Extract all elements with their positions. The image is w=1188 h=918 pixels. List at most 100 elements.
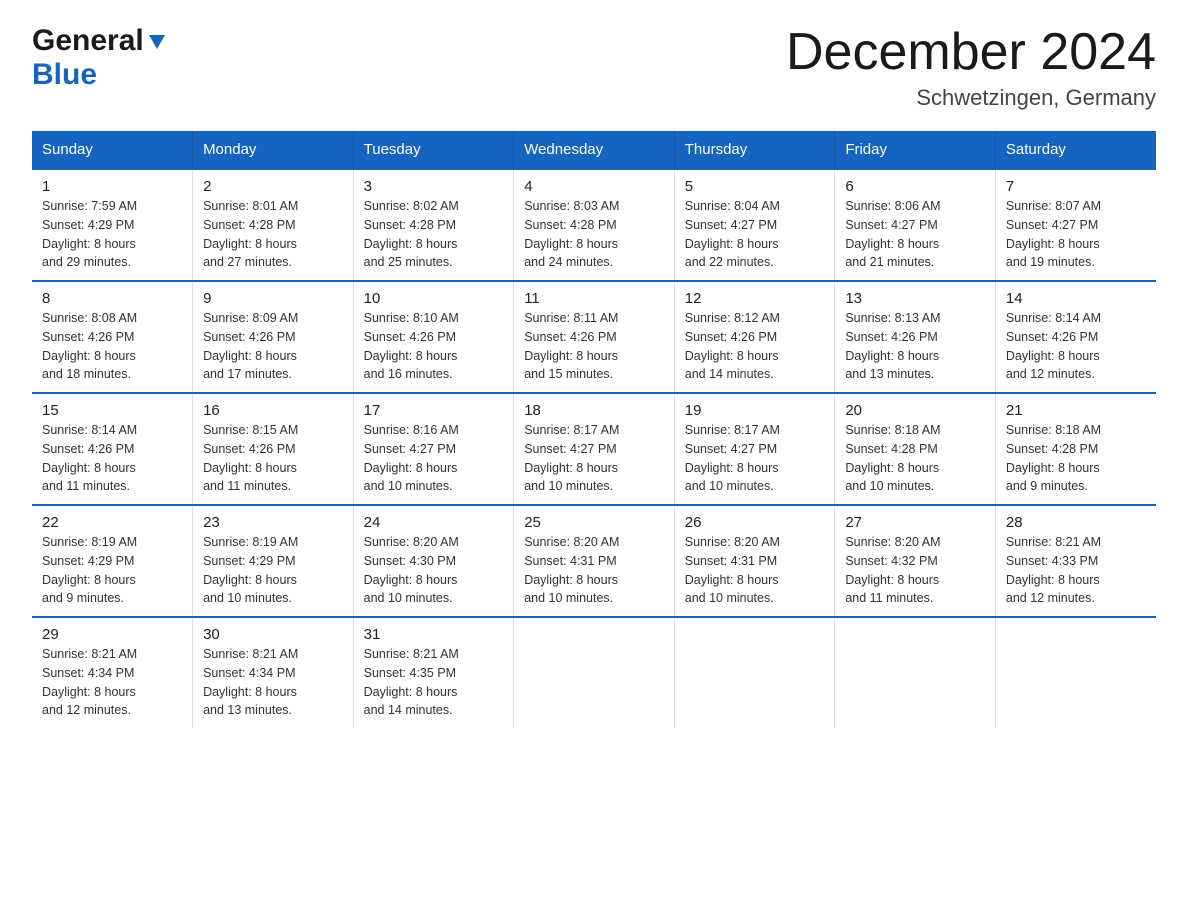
logo: General Blue <box>32 24 168 92</box>
day-info: Sunrise: 8:17 AMSunset: 4:27 PMDaylight:… <box>524 421 664 496</box>
page-header: General Blue December 2024 Schwetzingen,… <box>32 24 1156 111</box>
calendar-cell: 28 Sunrise: 8:21 AMSunset: 4:33 PMDaylig… <box>995 505 1156 617</box>
column-header-sunday: Sunday <box>32 131 193 169</box>
calendar-cell: 15 Sunrise: 8:14 AMSunset: 4:26 PMDaylig… <box>32 393 193 505</box>
day-number: 19 <box>685 402 825 419</box>
day-number: 25 <box>524 514 664 531</box>
day-info: Sunrise: 8:01 AMSunset: 4:28 PMDaylight:… <box>203 197 343 272</box>
calendar-cell: 6 Sunrise: 8:06 AMSunset: 4:27 PMDayligh… <box>835 169 996 281</box>
column-header-friday: Friday <box>835 131 996 169</box>
calendar-cell: 21 Sunrise: 8:18 AMSunset: 4:28 PMDaylig… <box>995 393 1156 505</box>
calendar-cell: 17 Sunrise: 8:16 AMSunset: 4:27 PMDaylig… <box>353 393 514 505</box>
calendar-table: SundayMondayTuesdayWednesdayThursdayFrid… <box>32 131 1156 728</box>
day-info: Sunrise: 8:12 AMSunset: 4:26 PMDaylight:… <box>685 309 825 384</box>
title-block: December 2024 Schwetzingen, Germany <box>786 24 1156 111</box>
page-title: December 2024 <box>786 24 1156 81</box>
day-number: 10 <box>364 290 504 307</box>
day-info: Sunrise: 8:13 AMSunset: 4:26 PMDaylight:… <box>845 309 985 384</box>
day-number: 12 <box>685 290 825 307</box>
calendar-cell: 14 Sunrise: 8:14 AMSunset: 4:26 PMDaylig… <box>995 281 1156 393</box>
logo-blue: Blue <box>32 58 97 91</box>
day-info: Sunrise: 8:21 AMSunset: 4:34 PMDaylight:… <box>42 645 182 720</box>
day-info: Sunrise: 8:04 AMSunset: 4:27 PMDaylight:… <box>685 197 825 272</box>
day-info: Sunrise: 7:59 AMSunset: 4:29 PMDaylight:… <box>42 197 182 272</box>
page-subtitle: Schwetzingen, Germany <box>786 85 1156 111</box>
calendar-cell: 20 Sunrise: 8:18 AMSunset: 4:28 PMDaylig… <box>835 393 996 505</box>
calendar-cell: 4 Sunrise: 8:03 AMSunset: 4:28 PMDayligh… <box>514 169 675 281</box>
day-info: Sunrise: 8:07 AMSunset: 4:27 PMDaylight:… <box>1006 197 1146 272</box>
day-number: 21 <box>1006 402 1146 419</box>
day-number: 18 <box>524 402 664 419</box>
calendar-cell: 9 Sunrise: 8:09 AMSunset: 4:26 PMDayligh… <box>193 281 354 393</box>
day-number: 1 <box>42 178 182 195</box>
calendar-cell: 22 Sunrise: 8:19 AMSunset: 4:29 PMDaylig… <box>32 505 193 617</box>
day-info: Sunrise: 8:18 AMSunset: 4:28 PMDaylight:… <box>1006 421 1146 496</box>
day-info: Sunrise: 8:21 AMSunset: 4:34 PMDaylight:… <box>203 645 343 720</box>
day-number: 30 <box>203 626 343 643</box>
calendar-cell: 25 Sunrise: 8:20 AMSunset: 4:31 PMDaylig… <box>514 505 675 617</box>
day-number: 4 <box>524 178 664 195</box>
day-info: Sunrise: 8:20 AMSunset: 4:31 PMDaylight:… <box>685 533 825 608</box>
day-number: 13 <box>845 290 985 307</box>
calendar-cell <box>835 617 996 728</box>
calendar-week-row: 8 Sunrise: 8:08 AMSunset: 4:26 PMDayligh… <box>32 281 1156 393</box>
calendar-cell: 11 Sunrise: 8:11 AMSunset: 4:26 PMDaylig… <box>514 281 675 393</box>
calendar-week-row: 15 Sunrise: 8:14 AMSunset: 4:26 PMDaylig… <box>32 393 1156 505</box>
calendar-cell: 26 Sunrise: 8:20 AMSunset: 4:31 PMDaylig… <box>674 505 835 617</box>
column-header-saturday: Saturday <box>995 131 1156 169</box>
calendar-cell: 2 Sunrise: 8:01 AMSunset: 4:28 PMDayligh… <box>193 169 354 281</box>
calendar-cell: 12 Sunrise: 8:12 AMSunset: 4:26 PMDaylig… <box>674 281 835 393</box>
calendar-cell: 30 Sunrise: 8:21 AMSunset: 4:34 PMDaylig… <box>193 617 354 728</box>
day-info: Sunrise: 8:02 AMSunset: 4:28 PMDaylight:… <box>364 197 504 272</box>
day-number: 16 <box>203 402 343 419</box>
day-info: Sunrise: 8:21 AMSunset: 4:35 PMDaylight:… <box>364 645 504 720</box>
calendar-cell <box>674 617 835 728</box>
day-info: Sunrise: 8:10 AMSunset: 4:26 PMDaylight:… <box>364 309 504 384</box>
day-info: Sunrise: 8:03 AMSunset: 4:28 PMDaylight:… <box>524 197 664 272</box>
calendar-cell: 24 Sunrise: 8:20 AMSunset: 4:30 PMDaylig… <box>353 505 514 617</box>
day-info: Sunrise: 8:08 AMSunset: 4:26 PMDaylight:… <box>42 309 182 384</box>
day-number: 27 <box>845 514 985 531</box>
calendar-week-row: 22 Sunrise: 8:19 AMSunset: 4:29 PMDaylig… <box>32 505 1156 617</box>
day-number: 5 <box>685 178 825 195</box>
day-info: Sunrise: 8:09 AMSunset: 4:26 PMDaylight:… <box>203 309 343 384</box>
day-info: Sunrise: 8:21 AMSunset: 4:33 PMDaylight:… <box>1006 533 1146 608</box>
column-header-wednesday: Wednesday <box>514 131 675 169</box>
day-number: 28 <box>1006 514 1146 531</box>
day-info: Sunrise: 8:16 AMSunset: 4:27 PMDaylight:… <box>364 421 504 496</box>
day-number: 22 <box>42 514 182 531</box>
day-info: Sunrise: 8:20 AMSunset: 4:31 PMDaylight:… <box>524 533 664 608</box>
calendar-cell: 27 Sunrise: 8:20 AMSunset: 4:32 PMDaylig… <box>835 505 996 617</box>
day-number: 3 <box>364 178 504 195</box>
column-header-monday: Monday <box>193 131 354 169</box>
day-number: 20 <box>845 402 985 419</box>
logo-arrow-icon <box>146 31 168 53</box>
calendar-cell <box>995 617 1156 728</box>
calendar-cell: 1 Sunrise: 7:59 AMSunset: 4:29 PMDayligh… <box>32 169 193 281</box>
day-number: 17 <box>364 402 504 419</box>
day-number: 15 <box>42 402 182 419</box>
calendar-cell: 16 Sunrise: 8:15 AMSunset: 4:26 PMDaylig… <box>193 393 354 505</box>
day-number: 11 <box>524 290 664 307</box>
day-number: 6 <box>845 178 985 195</box>
column-header-thursday: Thursday <box>674 131 835 169</box>
day-info: Sunrise: 8:14 AMSunset: 4:26 PMDaylight:… <box>1006 309 1146 384</box>
day-info: Sunrise: 8:18 AMSunset: 4:28 PMDaylight:… <box>845 421 985 496</box>
calendar-cell: 7 Sunrise: 8:07 AMSunset: 4:27 PMDayligh… <box>995 169 1156 281</box>
day-number: 29 <box>42 626 182 643</box>
day-number: 26 <box>685 514 825 531</box>
calendar-cell: 31 Sunrise: 8:21 AMSunset: 4:35 PMDaylig… <box>353 617 514 728</box>
day-info: Sunrise: 8:15 AMSunset: 4:26 PMDaylight:… <box>203 421 343 496</box>
calendar-cell: 5 Sunrise: 8:04 AMSunset: 4:27 PMDayligh… <box>674 169 835 281</box>
calendar-cell: 29 Sunrise: 8:21 AMSunset: 4:34 PMDaylig… <box>32 617 193 728</box>
calendar-cell: 19 Sunrise: 8:17 AMSunset: 4:27 PMDaylig… <box>674 393 835 505</box>
calendar-cell: 10 Sunrise: 8:10 AMSunset: 4:26 PMDaylig… <box>353 281 514 393</box>
calendar-week-row: 1 Sunrise: 7:59 AMSunset: 4:29 PMDayligh… <box>32 169 1156 281</box>
logo-general: General <box>32 24 144 58</box>
day-number: 24 <box>364 514 504 531</box>
day-info: Sunrise: 8:19 AMSunset: 4:29 PMDaylight:… <box>203 533 343 608</box>
calendar-header-row: SundayMondayTuesdayWednesdayThursdayFrid… <box>32 131 1156 169</box>
day-info: Sunrise: 8:20 AMSunset: 4:30 PMDaylight:… <box>364 533 504 608</box>
day-info: Sunrise: 8:20 AMSunset: 4:32 PMDaylight:… <box>845 533 985 608</box>
day-number: 2 <box>203 178 343 195</box>
